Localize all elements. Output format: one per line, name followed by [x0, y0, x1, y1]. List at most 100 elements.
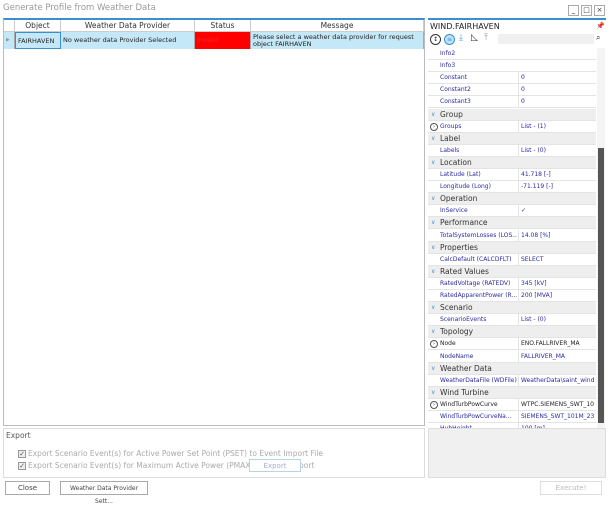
chevron-down-icon[interactable]: ∨: [431, 133, 435, 145]
chevron-down-icon[interactable]: ∨: [431, 266, 435, 278]
property-value[interactable]: 0: [518, 72, 596, 85]
property-row[interactable]: › Groups List - (1): [428, 120, 596, 133]
property-value[interactable]: 0: [518, 84, 596, 97]
cell-provider[interactable]: No weather data Provider Selected: [61, 32, 195, 49]
chevron-down-icon[interactable]: ∨: [431, 326, 435, 338]
categorized-icon[interactable]: ↕: [430, 34, 441, 45]
chevron-down-icon[interactable]: ∨: [431, 302, 435, 314]
property-group-header[interactable]: ∨ Weather Data: [428, 362, 596, 375]
property-value[interactable]: -71.119 [-]: [518, 181, 596, 194]
export-icon[interactable]: ⤒: [484, 33, 488, 43]
maximize-button[interactable]: □: [581, 5, 592, 16]
execute-button[interactable]: Execute!: [540, 481, 602, 495]
property-row[interactable]: RatedApparentPower (R... 200 [MVA]: [428, 290, 596, 302]
close-window-button[interactable]: ×: [594, 5, 605, 16]
property-panel: WIND.FAIRHAVEN 📌 ↕ ≡ ⤓ ◺ ⤒ ⌕ Info2 Info3 C…: [428, 18, 606, 428]
pmax-checkbox[interactable]: ✓: [18, 462, 26, 470]
row-expander-icon[interactable]: ▶: [4, 32, 15, 49]
property-value[interactable]: 14.08 [%]: [518, 229, 596, 242]
property-row[interactable]: Constant3 0: [428, 96, 596, 109]
property-value[interactable]: FALLRIVER_MA: [518, 350, 596, 363]
property-name: Groups: [440, 122, 462, 130]
property-value[interactable]: ✓: [518, 205, 596, 218]
chevron-down-icon[interactable]: ∨: [431, 157, 435, 169]
column-header-object[interactable]: Object: [15, 20, 61, 32]
group-label: Performance: [440, 218, 488, 228]
property-row[interactable]: InService ✓: [428, 205, 596, 218]
property-row[interactable]: ScenarioEvents List - (0): [428, 314, 596, 327]
pin-icon[interactable]: 📌: [596, 22, 605, 30]
property-group-header[interactable]: ∨ Performance: [428, 217, 596, 230]
chevron-down-icon[interactable]: ∨: [431, 387, 435, 399]
property-group-header[interactable]: ∨ Location: [428, 156, 596, 169]
property-value[interactable]: 345 [kV]: [518, 277, 596, 290]
property-name: WindTurbPowCurveNa...: [440, 413, 512, 420]
expand-circle-icon[interactable]: ›: [430, 340, 438, 349]
chevron-down-icon[interactable]: ∨: [431, 217, 435, 229]
property-value[interactable]: List - (1): [518, 120, 596, 133]
property-row[interactable]: Constant 0: [428, 72, 596, 85]
pset-checkbox[interactable]: ✓: [18, 450, 26, 458]
property-row[interactable]: TotalSystemLosses (LOS... 14.08 [%]: [428, 229, 596, 242]
property-row[interactable]: Longitude (Long) -71.119 [-]: [428, 181, 596, 194]
provider-settings-button[interactable]: Weather Data Provider Sett...: [60, 481, 148, 505]
chevron-down-icon[interactable]: ∨: [431, 193, 435, 205]
property-row[interactable]: CalcDefault (CALCDFLT) SELECT: [428, 253, 596, 266]
close-button[interactable]: Close: [5, 481, 50, 495]
property-row[interactable]: › Node ENO.FALLRIVER_MA: [428, 338, 596, 351]
property-row[interactable]: Info3: [428, 60, 596, 73]
chevron-down-icon[interactable]: ∨: [431, 363, 435, 375]
property-value[interactable]: SELECT: [518, 253, 596, 266]
property-row[interactable]: WeatherDataFile (WDFile) WeatherData\sain…: [428, 374, 596, 387]
chevron-down-icon[interactable]: ∨: [431, 242, 435, 254]
property-name: TotalSystemLosses (LOS...: [440, 231, 517, 239]
export-button[interactable]: Export: [249, 459, 301, 472]
property-name: NodeName: [440, 352, 474, 360]
property-value[interactable]: SIEMENS_SWT_101M_23: [518, 411, 596, 423]
import-icon[interactable]: ⤓: [459, 33, 463, 43]
property-group-header[interactable]: ∨ Operation: [428, 193, 596, 206]
property-name: Info3: [440, 62, 456, 70]
property-value[interactable]: WeatherData\saint_wind: [518, 374, 596, 387]
cell-object[interactable]: FAIRHAVEN: [15, 32, 61, 49]
cell-message[interactable]: Please select a weather data provider fo…: [251, 32, 424, 49]
filter-icon[interactable]: ≡: [444, 34, 455, 45]
property-group-header[interactable]: ∨ Wind Turbine: [428, 386, 596, 399]
property-group-header[interactable]: ∨ Label: [428, 132, 596, 145]
expand-circle-icon[interactable]: ›: [430, 122, 438, 131]
property-row[interactable]: Info2: [428, 48, 596, 60]
property-group-header[interactable]: ∨ Rated Values: [428, 265, 596, 278]
property-value[interactable]: List - (0): [518, 314, 596, 327]
scrollbar[interactable]: [597, 48, 605, 428]
property-value[interactable]: ENO.FALLRIVER_MA: [518, 338, 596, 351]
property-group-header[interactable]: ∨ Topology: [428, 326, 596, 339]
column-header-status[interactable]: Status: [195, 20, 251, 32]
cell-status[interactable]: Invalid: [195, 32, 251, 49]
property-search-input[interactable]: [498, 34, 594, 44]
property-value[interactable]: 200 [MVA]: [518, 290, 596, 302]
column-header-provider[interactable]: Weather Data Provider: [61, 20, 195, 32]
property-value[interactable]: List - (0): [518, 144, 596, 157]
property-group-header[interactable]: ∨ Properties: [428, 241, 596, 254]
export-group: Export ✓ Export Scenario Event(s) for Ac…: [3, 428, 425, 478]
property-value[interactable]: 0: [518, 96, 596, 109]
scrollbar-thumb[interactable]: [598, 148, 604, 423]
property-row[interactable]: RatedVoltage (RATEDV) 345 [kV]: [428, 277, 596, 290]
property-row[interactable]: Constant2 0: [428, 84, 596, 97]
column-header-message[interactable]: Message: [251, 20, 424, 32]
property-row[interactable]: WindTurbPowCurveNa... SIEMENS_SWT_101M_23: [428, 411, 596, 423]
expand-circle-icon[interactable]: ›: [430, 400, 438, 409]
property-row[interactable]: Latitude (Lat) 41.718 [-]: [428, 169, 596, 181]
property-group-header[interactable]: ∨ Scenario: [428, 302, 596, 315]
property-row[interactable]: Labels List - (0): [428, 144, 596, 157]
minimize-button[interactable]: _: [568, 5, 579, 16]
property-name: Info2: [440, 50, 456, 57]
property-row[interactable]: › WindTurbPowCurve WTPC.SIEMENS_SWT_10: [428, 398, 596, 411]
search-icon[interactable]: ⌕: [596, 33, 600, 43]
property-value[interactable]: 41.718 [-]: [518, 169, 596, 181]
property-group-header[interactable]: ∨ Group: [428, 108, 596, 121]
chart-icon[interactable]: ◺: [471, 33, 478, 43]
property-row[interactable]: NodeName FALLRIVER_MA: [428, 350, 596, 363]
property-value[interactable]: WTPC.SIEMENS_SWT_10: [518, 398, 596, 411]
chevron-down-icon[interactable]: ∨: [431, 109, 435, 121]
